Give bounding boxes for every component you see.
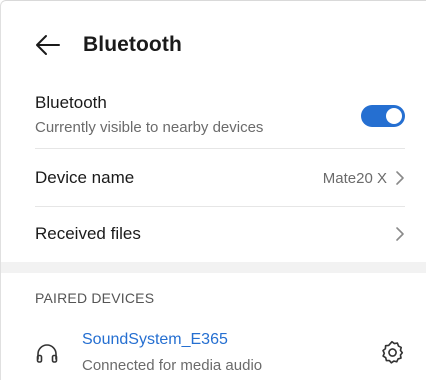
device-status: Connected for media audio	[82, 357, 263, 374]
bluetooth-label: Bluetooth	[35, 93, 107, 112]
paired-devices-heading: PAIRED DEVICES	[35, 290, 155, 306]
headphones-icon	[36, 344, 58, 363]
section-separator	[1, 262, 426, 273]
device-name-label: Device name	[35, 168, 135, 187]
bluetooth-toggle-row[interactable]: Bluetooth Currently visible to nearby de…	[1, 88, 426, 146]
gear-icon	[382, 340, 404, 364]
bluetooth-status: Currently visible to nearby devices	[35, 119, 264, 136]
received-files-label: Received files	[35, 224, 141, 243]
toggle-knob	[386, 108, 402, 124]
bluetooth-toggle[interactable]	[361, 105, 405, 127]
paired-device-item[interactable]: SoundSystem_E365 Connected for media aud…	[35, 331, 405, 380]
received-files-row[interactable]: Received files	[35, 205, 405, 263]
header: Bluetooth	[1, 1, 426, 88]
device-settings-button[interactable]	[379, 339, 405, 365]
chevron-right-icon	[396, 171, 404, 185]
chevron-right-icon	[396, 227, 404, 241]
page-title: Bluetooth	[83, 32, 182, 56]
back-button[interactable]	[33, 30, 63, 60]
device-name: SoundSystem_E365	[82, 331, 228, 348]
device-name-row[interactable]: Device name Mate20 X	[35, 149, 405, 207]
bluetooth-settings-screen: Bluetooth Bluetooth Currently visible to…	[0, 0, 426, 380]
arrow-left-icon	[36, 34, 60, 55]
device-name-value: Mate20 X	[322, 169, 387, 187]
